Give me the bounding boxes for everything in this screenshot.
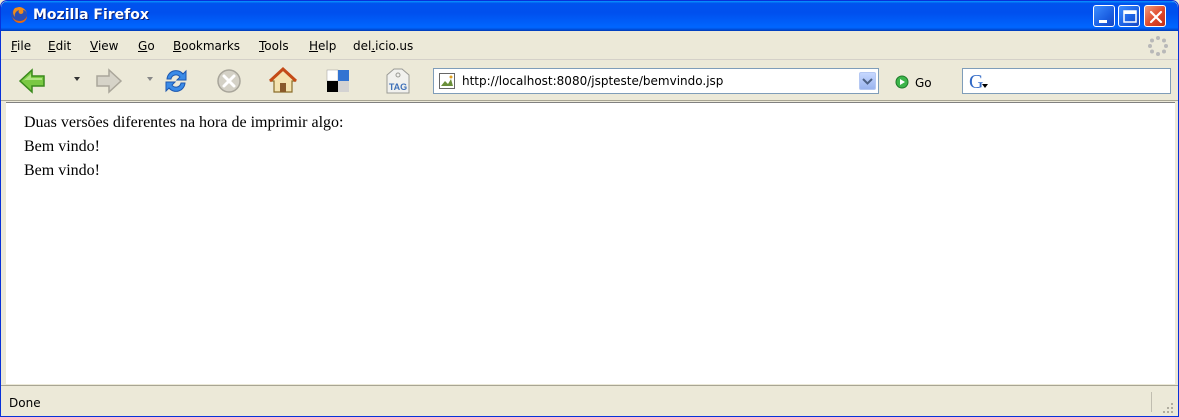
svg-text:G: G xyxy=(969,71,983,91)
minimize-icon xyxy=(1099,20,1107,23)
menu-help-rest: elp xyxy=(318,39,337,53)
resize-grip-icon[interactable] xyxy=(1162,402,1174,414)
menu-bookmarks-rest: ookmarks xyxy=(181,39,241,53)
minimize-button[interactable] xyxy=(1093,5,1115,27)
stop-icon[interactable] xyxy=(214,66,244,96)
firefox-window: Mozilla Firefox File Edit View Go Bookma… xyxy=(0,0,1179,417)
menu-view-rest: iew xyxy=(97,39,119,53)
menu-bookmarks[interactable]: Bookmarks xyxy=(173,39,240,53)
reload-icon[interactable] xyxy=(161,66,191,96)
menu-file-rest: ile xyxy=(17,39,32,53)
menu-delicious-rest: icio.us xyxy=(375,39,414,53)
menu-tools-rest: ools xyxy=(264,39,289,53)
menu-help[interactable]: Help xyxy=(309,39,336,53)
maximize-icon xyxy=(1123,10,1137,23)
maximize-button[interactable] xyxy=(1118,5,1140,27)
chevron-down-icon xyxy=(862,78,873,85)
home-icon[interactable] xyxy=(268,66,298,96)
tag-label: TAG xyxy=(389,82,407,92)
menu-tools[interactable]: Tools xyxy=(259,39,289,53)
firefox-icon xyxy=(11,7,27,23)
back-dropdown-icon[interactable] xyxy=(74,76,80,82)
menu-edit-rest: dit xyxy=(55,39,72,53)
menu-go-rest: o xyxy=(147,39,155,53)
throbber-icon xyxy=(1148,36,1168,56)
menu-file[interactable]: File xyxy=(11,39,31,53)
close-button[interactable] xyxy=(1144,5,1166,27)
search-input[interactable]: G xyxy=(962,68,1171,94)
status-text: Done xyxy=(9,396,41,410)
status-bar: Done xyxy=(1,385,1178,416)
address-bar[interactable]: http://localhost:8080/jspteste/bemvindo.… xyxy=(433,68,879,94)
menu-edit-mnemonic: E xyxy=(48,39,56,53)
page-content: Duas versões diferentes na hora de impri… xyxy=(6,102,1175,384)
menu-bar: File Edit View Go Bookmarks Tools Help d… xyxy=(1,31,1178,60)
menu-edit[interactable]: Edit xyxy=(48,39,71,53)
delicious-icon[interactable] xyxy=(323,66,353,96)
menu-view[interactable]: View xyxy=(90,39,118,53)
content-line: Bem vindo! xyxy=(24,138,100,155)
menu-bookmarks-mnemonic: B xyxy=(173,39,182,53)
forward-icon[interactable] xyxy=(94,66,124,96)
forward-dropdown-icon[interactable] xyxy=(147,76,153,82)
go-button[interactable]: Go xyxy=(915,76,932,90)
title-bar[interactable]: Mozilla Firefox xyxy=(1,1,1178,31)
menu-go-mnemonic: G xyxy=(138,39,148,53)
window-title: Mozilla Firefox xyxy=(33,7,149,23)
back-icon[interactable] xyxy=(17,66,47,96)
menu-go[interactable]: Go xyxy=(138,39,155,53)
page-favicon-icon xyxy=(439,73,455,89)
tag-icon[interactable]: TAG xyxy=(383,66,413,96)
content-line: Bem vindo! xyxy=(24,162,100,179)
go-icon[interactable] xyxy=(895,75,909,89)
menu-delicious[interactable]: del.icio.us xyxy=(353,39,413,53)
status-divider xyxy=(1151,392,1152,412)
url-text: http://localhost:8080/jspteste/bemvindo.… xyxy=(462,74,724,88)
url-history-dropdown[interactable] xyxy=(859,72,876,90)
navigation-toolbar: TAG http://localhost:8080/jspteste/bemvi… xyxy=(1,61,1178,101)
google-search-icon[interactable]: G xyxy=(968,71,990,91)
content-line: Duas versões diferentes na hora de impri… xyxy=(24,114,344,131)
menu-view-mnemonic: V xyxy=(90,39,98,53)
close-icon xyxy=(1149,10,1163,24)
menu-help-mnemonic: H xyxy=(309,39,319,53)
menu-delicious-pre: del xyxy=(353,39,372,53)
